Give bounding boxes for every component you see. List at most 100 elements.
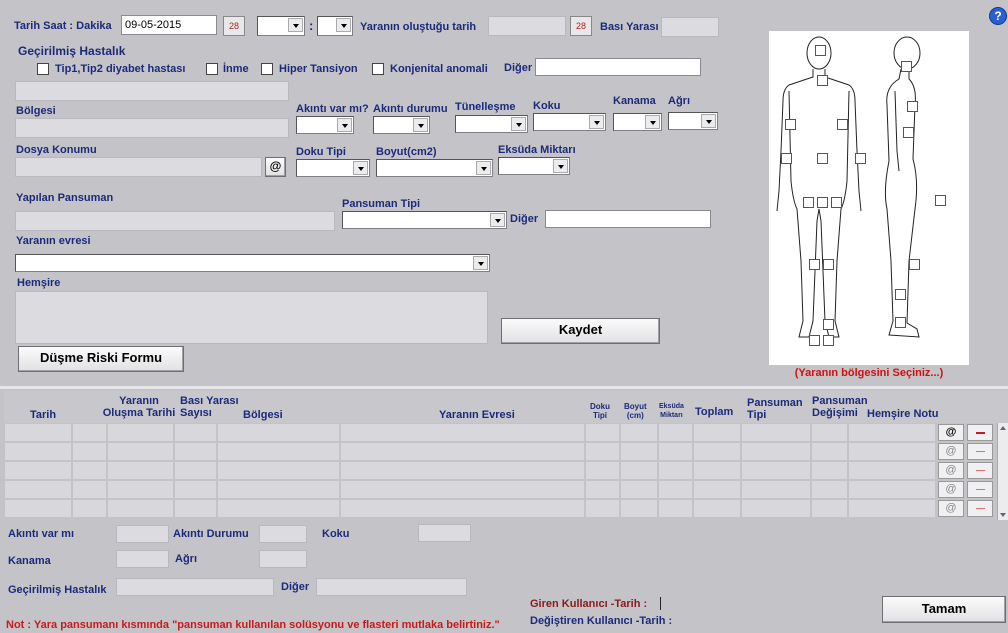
- grid-scrollbar[interactable]: [997, 423, 1008, 520]
- grid-cell[interactable]: [72, 499, 107, 518]
- grid-cell[interactable]: [174, 423, 217, 442]
- body-marker-side-heel[interactable]: [895, 317, 906, 328]
- body-marker-abdomen[interactable]: [817, 153, 828, 164]
- diger-input[interactable]: [535, 58, 701, 76]
- grid-cell[interactable]: [811, 442, 848, 461]
- yara-tarih-input[interactable]: [488, 16, 566, 36]
- row-delete-button[interactable]: [967, 424, 993, 441]
- grid-cell[interactable]: [848, 499, 936, 518]
- body-marker-groin[interactable]: [817, 197, 828, 208]
- grid-cell[interactable]: [848, 442, 936, 461]
- akinti-durumu-select[interactable]: [373, 116, 430, 134]
- grid-cell[interactable]: [811, 499, 848, 518]
- grid-cell[interactable]: [4, 461, 72, 480]
- row-file-button[interactable]: @: [938, 443, 964, 460]
- grid-cell[interactable]: [585, 480, 620, 499]
- body-marker-side-head[interactable]: [901, 61, 912, 72]
- body-diagram[interactable]: [769, 31, 969, 365]
- body-marker-side-shoulder[interactable]: [907, 101, 918, 112]
- grid-cell[interactable]: [174, 461, 217, 480]
- grid-cell[interactable]: [620, 423, 658, 442]
- grid-cell[interactable]: [4, 480, 72, 499]
- body-marker-r-knee[interactable]: [809, 259, 820, 270]
- hour-select[interactable]: [257, 16, 305, 36]
- grid-cell[interactable]: [340, 442, 585, 461]
- grid-cell[interactable]: [741, 423, 811, 442]
- grid-cell[interactable]: [217, 442, 340, 461]
- grid-cell[interactable]: [174, 480, 217, 499]
- help-icon[interactable]: ?: [989, 7, 1007, 25]
- yara-evresi-select[interactable]: [15, 254, 490, 272]
- grid-cell[interactable]: [585, 442, 620, 461]
- grid-cell[interactable]: [811, 480, 848, 499]
- yapilan-pansuman-input[interactable]: [15, 211, 335, 231]
- grid-cell[interactable]: [693, 499, 741, 518]
- row-delete-button[interactable]: [967, 500, 993, 517]
- grid-cell[interactable]: [107, 461, 174, 480]
- body-marker-l-foot[interactable]: [823, 335, 834, 346]
- grid-cell[interactable]: [174, 499, 217, 518]
- grid-cell[interactable]: [848, 480, 936, 499]
- grid-cell[interactable]: [107, 423, 174, 442]
- dosya-browse-button[interactable]: @: [265, 157, 286, 177]
- body-marker-side-shin[interactable]: [895, 289, 906, 300]
- koku-select[interactable]: [533, 113, 606, 131]
- basi-yarasi-input[interactable]: [661, 17, 719, 37]
- diyabet-checkbox[interactable]: [37, 63, 49, 75]
- grid-cell[interactable]: [217, 480, 340, 499]
- konjenital-checkbox[interactable]: [372, 63, 384, 75]
- boyut-select[interactable]: [376, 159, 493, 177]
- body-marker-r-foot[interactable]: [809, 335, 820, 346]
- grid-cell[interactable]: [340, 461, 585, 480]
- agri-select[interactable]: [668, 112, 718, 130]
- grid-cell[interactable]: [72, 442, 107, 461]
- grid-cell[interactable]: [340, 423, 585, 442]
- scroll-down-icon[interactable]: [1000, 513, 1006, 517]
- grid-cell[interactable]: [741, 499, 811, 518]
- grid-cell[interactable]: [620, 442, 658, 461]
- tamam-button[interactable]: Tamam: [882, 596, 1006, 623]
- data-grid[interactable]: @ @ @ @ @: [4, 423, 996, 520]
- grid-cell[interactable]: [340, 499, 585, 518]
- hemsire-textarea[interactable]: [15, 291, 488, 344]
- grid-cell[interactable]: [658, 442, 693, 461]
- kaydet-button[interactable]: Kaydet: [501, 318, 660, 344]
- bolgesi-input[interactable]: [15, 118, 289, 138]
- pansuman-diger-input[interactable]: [545, 210, 711, 228]
- scroll-up-icon[interactable]: [1000, 426, 1006, 430]
- grid-cell[interactable]: [585, 499, 620, 518]
- grid-cell[interactable]: [811, 461, 848, 480]
- grid-cell[interactable]: [811, 423, 848, 442]
- row-file-button[interactable]: @: [938, 424, 964, 441]
- body-marker-neck[interactable]: [817, 75, 828, 86]
- inme-checkbox[interactable]: [206, 63, 218, 75]
- akinti-var-select[interactable]: [296, 116, 354, 134]
- grid-cell[interactable]: [107, 480, 174, 499]
- row-file-button[interactable]: @: [938, 500, 964, 517]
- hiper-tansiyon-checkbox[interactable]: [261, 63, 273, 75]
- grid-cell[interactable]: [741, 461, 811, 480]
- body-marker-l-hip[interactable]: [831, 197, 842, 208]
- body-marker-side-hip[interactable]: [935, 195, 946, 206]
- grid-cell[interactable]: [585, 461, 620, 480]
- body-marker-side-knee[interactable]: [909, 259, 920, 270]
- row-file-button[interactable]: @: [938, 462, 964, 479]
- grid-cell[interactable]: [658, 423, 693, 442]
- grid-cell[interactable]: [620, 499, 658, 518]
- dusme-riski-button[interactable]: Düşme Riski Formu: [18, 346, 184, 372]
- body-marker-r-elbow[interactable]: [781, 153, 792, 164]
- grid-cell[interactable]: [107, 442, 174, 461]
- doku-tipi-select[interactable]: [296, 159, 370, 177]
- row-file-button[interactable]: @: [938, 481, 964, 498]
- body-marker-l-knee[interactable]: [823, 259, 834, 270]
- grid-cell[interactable]: [585, 423, 620, 442]
- body-marker-l-elbow[interactable]: [855, 153, 866, 164]
- grid-cell[interactable]: [217, 499, 340, 518]
- kanama-select[interactable]: [613, 113, 662, 131]
- eksuda-select[interactable]: [498, 157, 570, 175]
- grid-cell[interactable]: [848, 423, 936, 442]
- row-delete-button[interactable]: [967, 462, 993, 479]
- body-marker-r-hip[interactable]: [803, 197, 814, 208]
- body-marker-l-shoulder[interactable]: [837, 119, 848, 130]
- grid-cell[interactable]: [693, 442, 741, 461]
